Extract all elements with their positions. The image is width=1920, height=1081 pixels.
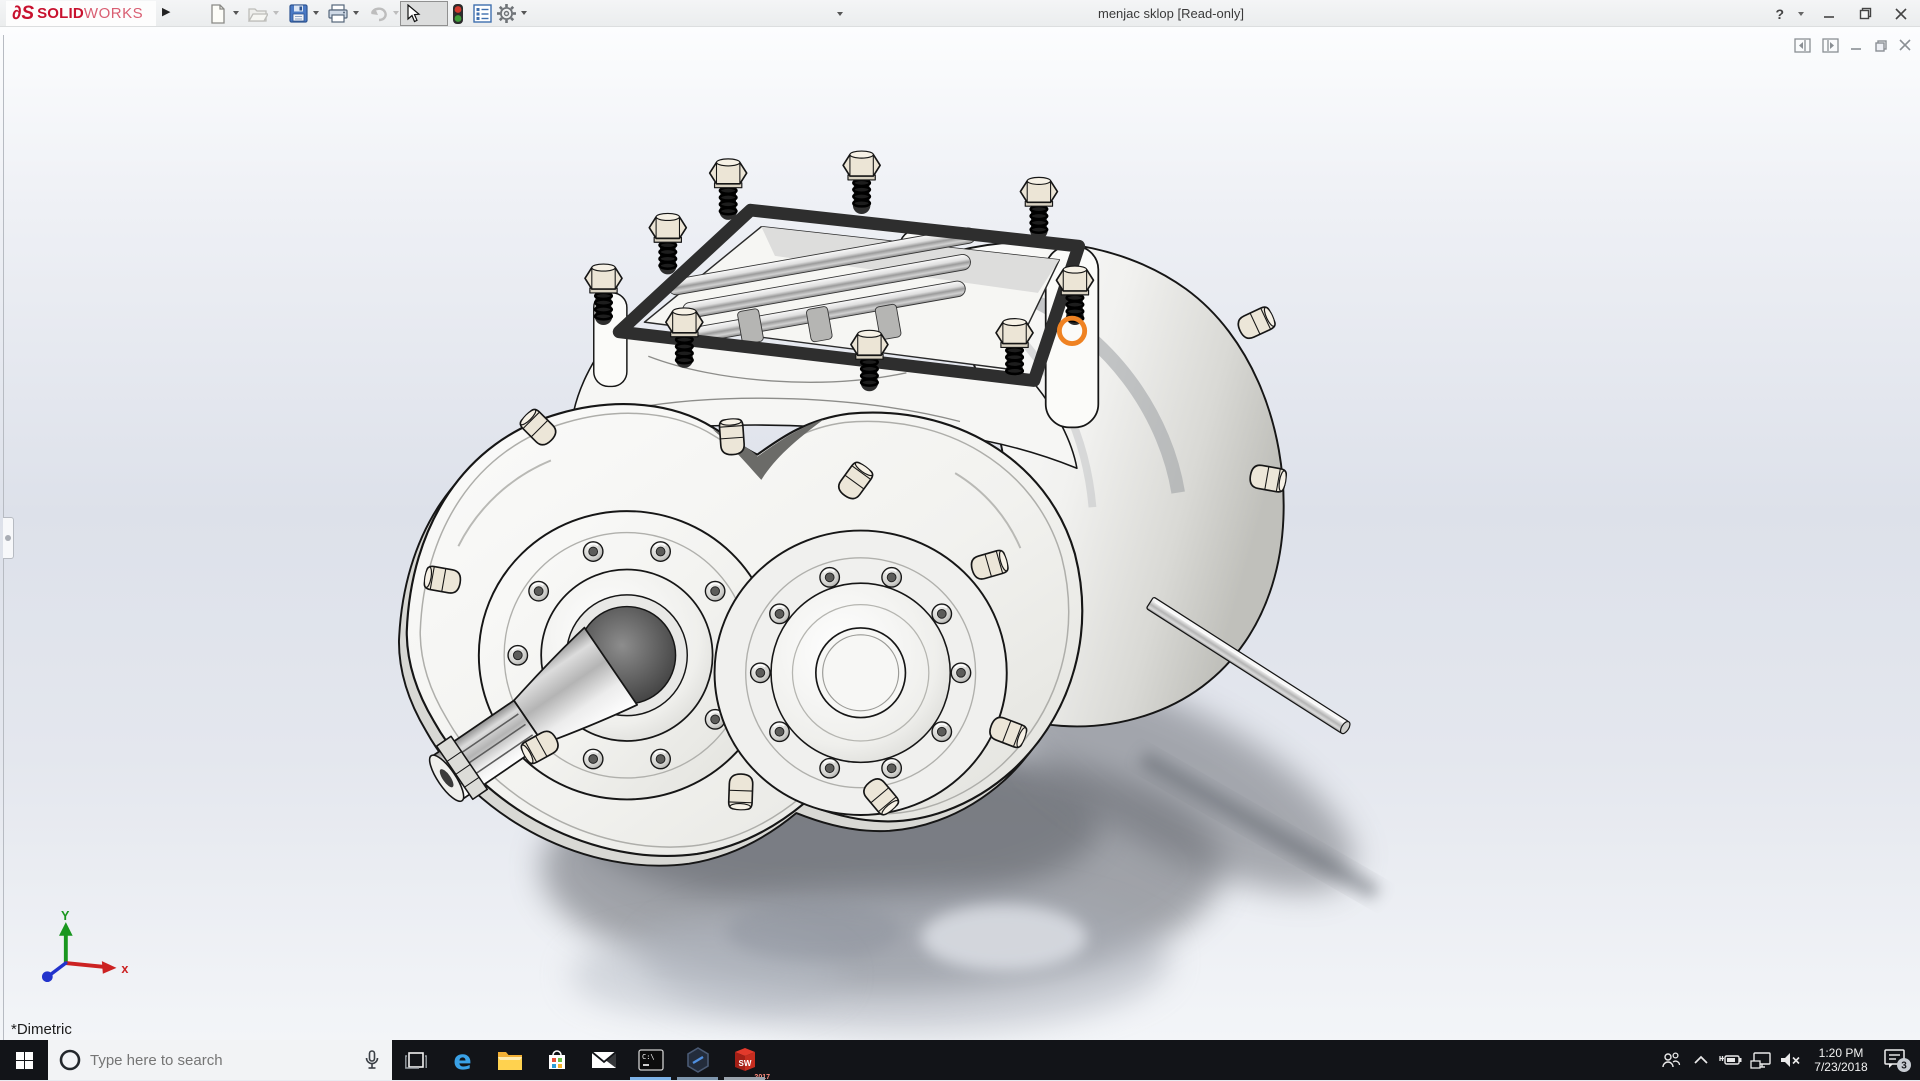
chevron-up-icon <box>1693 1054 1709 1066</box>
display-states-button[interactable] <box>470 2 494 25</box>
window-title: menjac sklop [Read-only] <box>1098 6 1244 21</box>
gearbox-3d-model[interactable]: ] <box>0 27 1920 1040</box>
restore-icon <box>1859 7 1872 20</box>
mate-status-button[interactable] <box>446 2 470 25</box>
help-caret[interactable] <box>1798 12 1804 16</box>
select-cursor-icon <box>405 4 421 23</box>
select-caret[interactable] <box>837 12 843 16</box>
taskbar-app-solidworks[interactable]: SW 2017 <box>721 1040 768 1080</box>
close-button[interactable] <box>1890 4 1912 24</box>
cmd-prompt-text: C:\ <box>642 1053 655 1061</box>
tray-network-button[interactable] <box>1746 1040 1776 1080</box>
options-caret[interactable] <box>521 11 527 15</box>
new-document-caret[interactable] <box>233 11 239 15</box>
save-caret[interactable] <box>313 11 319 15</box>
options-button[interactable] <box>494 2 518 25</box>
new-document-icon <box>209 4 227 24</box>
clock-date: 7/23/2018 <box>1814 1060 1867 1074</box>
new-document-button[interactable] <box>206 2 230 25</box>
open-icon <box>248 5 268 23</box>
minimize-button[interactable] <box>1818 4 1840 24</box>
pane-right-icon[interactable] <box>1822 38 1839 53</box>
open-caret <box>273 11 279 15</box>
task-view-button[interactable] <box>392 1040 439 1080</box>
edge-icon: e <box>453 1045 471 1076</box>
mail-icon <box>591 1050 617 1070</box>
taskbar-search[interactable] <box>48 1040 392 1080</box>
hexagon-app-icon <box>686 1047 710 1073</box>
undo-caret <box>393 11 399 15</box>
brand-solid: SOLID <box>37 5 84 22</box>
windows-logo-icon <box>16 1052 33 1069</box>
select-button[interactable] <box>400 1 448 26</box>
command-prompt-icon: C:\ <box>638 1049 664 1071</box>
battery-power-icon <box>1719 1052 1743 1068</box>
taskbar-app-store[interactable] <box>533 1040 580 1080</box>
sw-letters: SW <box>738 1059 751 1068</box>
people-icon <box>1661 1051 1681 1069</box>
clock-time: 1:20 PM <box>1819 1046 1864 1060</box>
gear-icon <box>496 3 517 24</box>
ds-logo-icon: ∂S <box>12 3 34 25</box>
titlebar: ∂S SOLIDWORKS ▶ menjac sklop [Read-only] <box>0 0 1920 27</box>
traffic-light-icon <box>451 3 465 25</box>
taskbar-app-file-explorer[interactable] <box>486 1040 533 1080</box>
tray-volume-button[interactable] <box>1776 1040 1806 1080</box>
undo-button <box>366 2 390 25</box>
task-view-icon <box>405 1050 427 1070</box>
microphone-icon[interactable] <box>364 1050 380 1070</box>
triad-x-label: x <box>121 962 128 976</box>
save-button[interactable] <box>286 2 310 25</box>
display-states-list-icon <box>473 4 492 23</box>
document-window-controls <box>1794 38 1912 53</box>
print-icon <box>328 4 348 23</box>
volume-muted-icon <box>1779 1051 1803 1069</box>
graphics-area[interactable]: ] <box>0 27 1920 1040</box>
tray-people-button[interactable] <box>1656 1040 1686 1080</box>
help-button[interactable]: ? <box>1775 6 1784 22</box>
view-orientation-label: *Dimetric <box>11 1021 72 1038</box>
file-explorer-icon <box>497 1049 523 1071</box>
tray-clock[interactable]: 1:20 PM 7/23/2018 <box>1806 1040 1876 1080</box>
print-button[interactable] <box>326 2 350 25</box>
cortana-icon <box>58 1048 82 1072</box>
notification-badge: 3 <box>1901 1061 1907 1072</box>
pane-left-icon[interactable] <box>1794 38 1811 53</box>
taskbar-app-edge[interactable]: e <box>439 1040 486 1080</box>
minimize-icon <box>1823 8 1835 20</box>
close-icon <box>1895 8 1907 20</box>
open-button[interactable] <box>246 2 270 25</box>
action-center-button[interactable]: 3 <box>1876 1040 1920 1080</box>
taskbar-empty-area <box>768 1040 1656 1080</box>
tray-battery-button[interactable] <box>1716 1040 1746 1080</box>
print-caret[interactable] <box>353 11 359 15</box>
restore-button[interactable] <box>1854 4 1876 24</box>
doc-close-icon[interactable] <box>1899 39 1912 52</box>
undo-icon <box>368 5 388 23</box>
taskbar-app-cmd[interactable]: C:\ <box>627 1040 674 1080</box>
network-icon <box>1750 1051 1772 1069</box>
doc-minimize-icon[interactable] <box>1850 39 1863 52</box>
save-icon <box>289 4 308 23</box>
doc-restore-icon[interactable] <box>1874 39 1888 53</box>
start-button[interactable] <box>0 1040 48 1080</box>
search-input[interactable] <box>90 1052 330 1069</box>
action-center-icon: 3 <box>1883 1046 1913 1074</box>
taskbar: e C:\ SW 2017 1:2 <box>0 1040 1920 1080</box>
triad-y-label: Y <box>61 909 70 923</box>
brand-works: WORKS <box>84 5 143 22</box>
taskbar-app-mail[interactable] <box>580 1040 627 1080</box>
store-icon <box>545 1048 569 1072</box>
model-right-flange[interactable] <box>715 531 1007 815</box>
taskbar-app-hexagon[interactable] <box>674 1040 721 1080</box>
solidworks-2017-icon: SW <box>732 1047 758 1073</box>
reference-triad: Y x <box>42 909 128 982</box>
tray-overflow-button[interactable] <box>1686 1040 1716 1080</box>
solidworks-logo: ∂S SOLIDWORKS <box>6 1 156 26</box>
menu-flyout-arrow[interactable]: ▶ <box>162 5 170 18</box>
